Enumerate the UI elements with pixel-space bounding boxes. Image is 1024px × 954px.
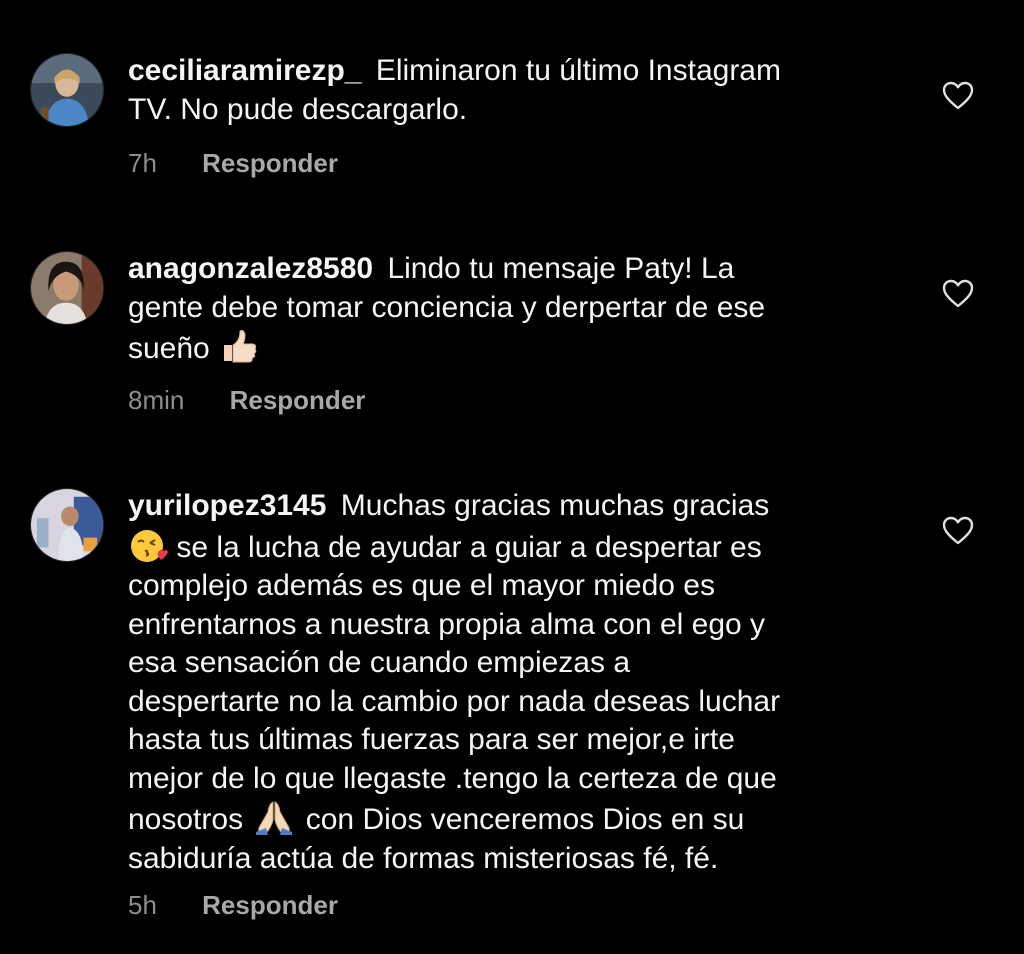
comment-body-line: enfrentarnos a nuestra propia alma con e… — [128, 607, 766, 641]
comment-body-line: sabiduría actúa de formas misteriosas fé… — [128, 841, 719, 875]
comment-body-line: esa sensación de cuando empiezas a — [128, 646, 631, 679]
comment-timestamp: 5h — [128, 890, 157, 920]
comment-text: yurilopez3145 Muchas gracias muchas grac… — [128, 487, 918, 878]
comment-username[interactable]: yurilopez3145 — [128, 489, 326, 522]
comment-body-line: hasta tus últimas fuerzas para ser mejor… — [128, 723, 735, 756]
comment-body-line: despertarte no la cambio por nada deseas… — [128, 684, 781, 718]
comment-body-line: con Dios venceremos Dios en su — [297, 803, 745, 836]
comment-body-line: nosotros — [128, 803, 252, 836]
avatar[interactable] — [30, 488, 104, 562]
kiss-face-icon — [131, 529, 168, 562]
comment-body-line: mejor de lo que llegaste .tengo la certe… — [128, 761, 777, 795]
praying-hands-icon — [256, 801, 293, 835]
comment-body-line: complejo además es que el mayor miedo es — [128, 569, 715, 602]
comment-body-line: Muchas gracias muchas gracias — [332, 489, 770, 522]
comment-item: yurilopez3145 Muchas gracias muchas grac… — [0, 0, 1024, 954]
comment-body-line: se la lucha de ayudar a guiar a desperta… — [168, 530, 762, 564]
comment-meta: 5h Responder — [128, 890, 338, 921]
reply-button[interactable]: Responder — [202, 890, 338, 920]
heart-outline-icon[interactable] — [942, 516, 974, 546]
